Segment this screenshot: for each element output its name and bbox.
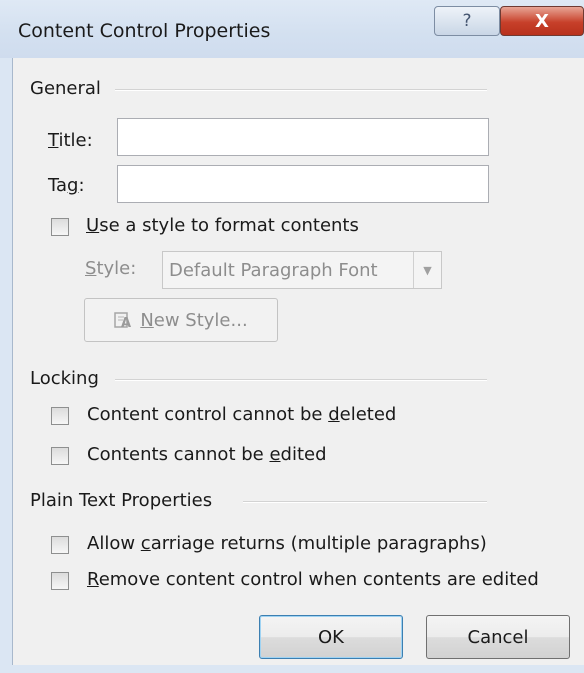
help-icon: ? bbox=[462, 11, 472, 31]
dialog-bottom-border bbox=[0, 665, 584, 673]
style-label: Style: bbox=[85, 258, 137, 279]
remove-on-edit-label[interactable]: Remove content control when contents are… bbox=[87, 569, 539, 590]
dialog-title: Content Control Properties bbox=[18, 20, 271, 42]
general-divider bbox=[115, 89, 487, 91]
style-select[interactable]: Default Paragraph Font ▼ bbox=[162, 251, 442, 289]
carriage-returns-checkbox[interactable] bbox=[51, 536, 69, 554]
remove-on-edit-checkbox[interactable] bbox=[51, 572, 69, 590]
new-style-button[interactable]: A New Style... bbox=[84, 298, 278, 342]
cannot-edit-checkbox[interactable] bbox=[51, 447, 69, 465]
cannot-delete-label[interactable]: Content control cannot be deleted bbox=[87, 404, 396, 425]
use-style-checkbox[interactable] bbox=[51, 218, 69, 236]
title-bar[interactable]: Content Control Properties ? X bbox=[0, 0, 584, 58]
title-input[interactable] bbox=[117, 118, 489, 156]
locking-divider bbox=[115, 379, 487, 381]
close-button[interactable]: X bbox=[500, 6, 584, 36]
cannot-edit-label[interactable]: Contents cannot be edited bbox=[87, 444, 327, 465]
new-style-label: New Style... bbox=[140, 309, 248, 331]
cancel-button[interactable]: Cancel bbox=[426, 615, 570, 659]
close-icon: X bbox=[535, 10, 549, 32]
content-control-properties-dialog: Content Control Properties ? X General T… bbox=[0, 0, 584, 673]
help-button[interactable]: ? bbox=[434, 6, 500, 36]
plain-text-divider bbox=[243, 501, 487, 503]
svg-text:A: A bbox=[121, 316, 131, 330]
title-label: Title: bbox=[48, 130, 93, 151]
carriage-returns-label[interactable]: Allow carriage returns (multiple paragra… bbox=[87, 533, 487, 554]
dialog-body: General Title: Tag: Use a style to forma… bbox=[12, 58, 584, 673]
tag-input[interactable] bbox=[117, 165, 489, 203]
cannot-delete-checkbox[interactable] bbox=[51, 407, 69, 425]
style-selected-value: Default Paragraph Font bbox=[169, 260, 378, 281]
plain-text-heading: Plain Text Properties bbox=[30, 490, 213, 511]
chevron-down-icon[interactable]: ▼ bbox=[413, 252, 441, 288]
new-style-icon: A bbox=[114, 310, 136, 331]
general-heading: General bbox=[30, 78, 101, 99]
ok-button[interactable]: OK bbox=[259, 615, 403, 659]
use-style-label[interactable]: Use a style to format contents bbox=[86, 215, 359, 236]
locking-heading: Locking bbox=[30, 368, 99, 389]
tag-label: Tag: bbox=[48, 175, 85, 196]
